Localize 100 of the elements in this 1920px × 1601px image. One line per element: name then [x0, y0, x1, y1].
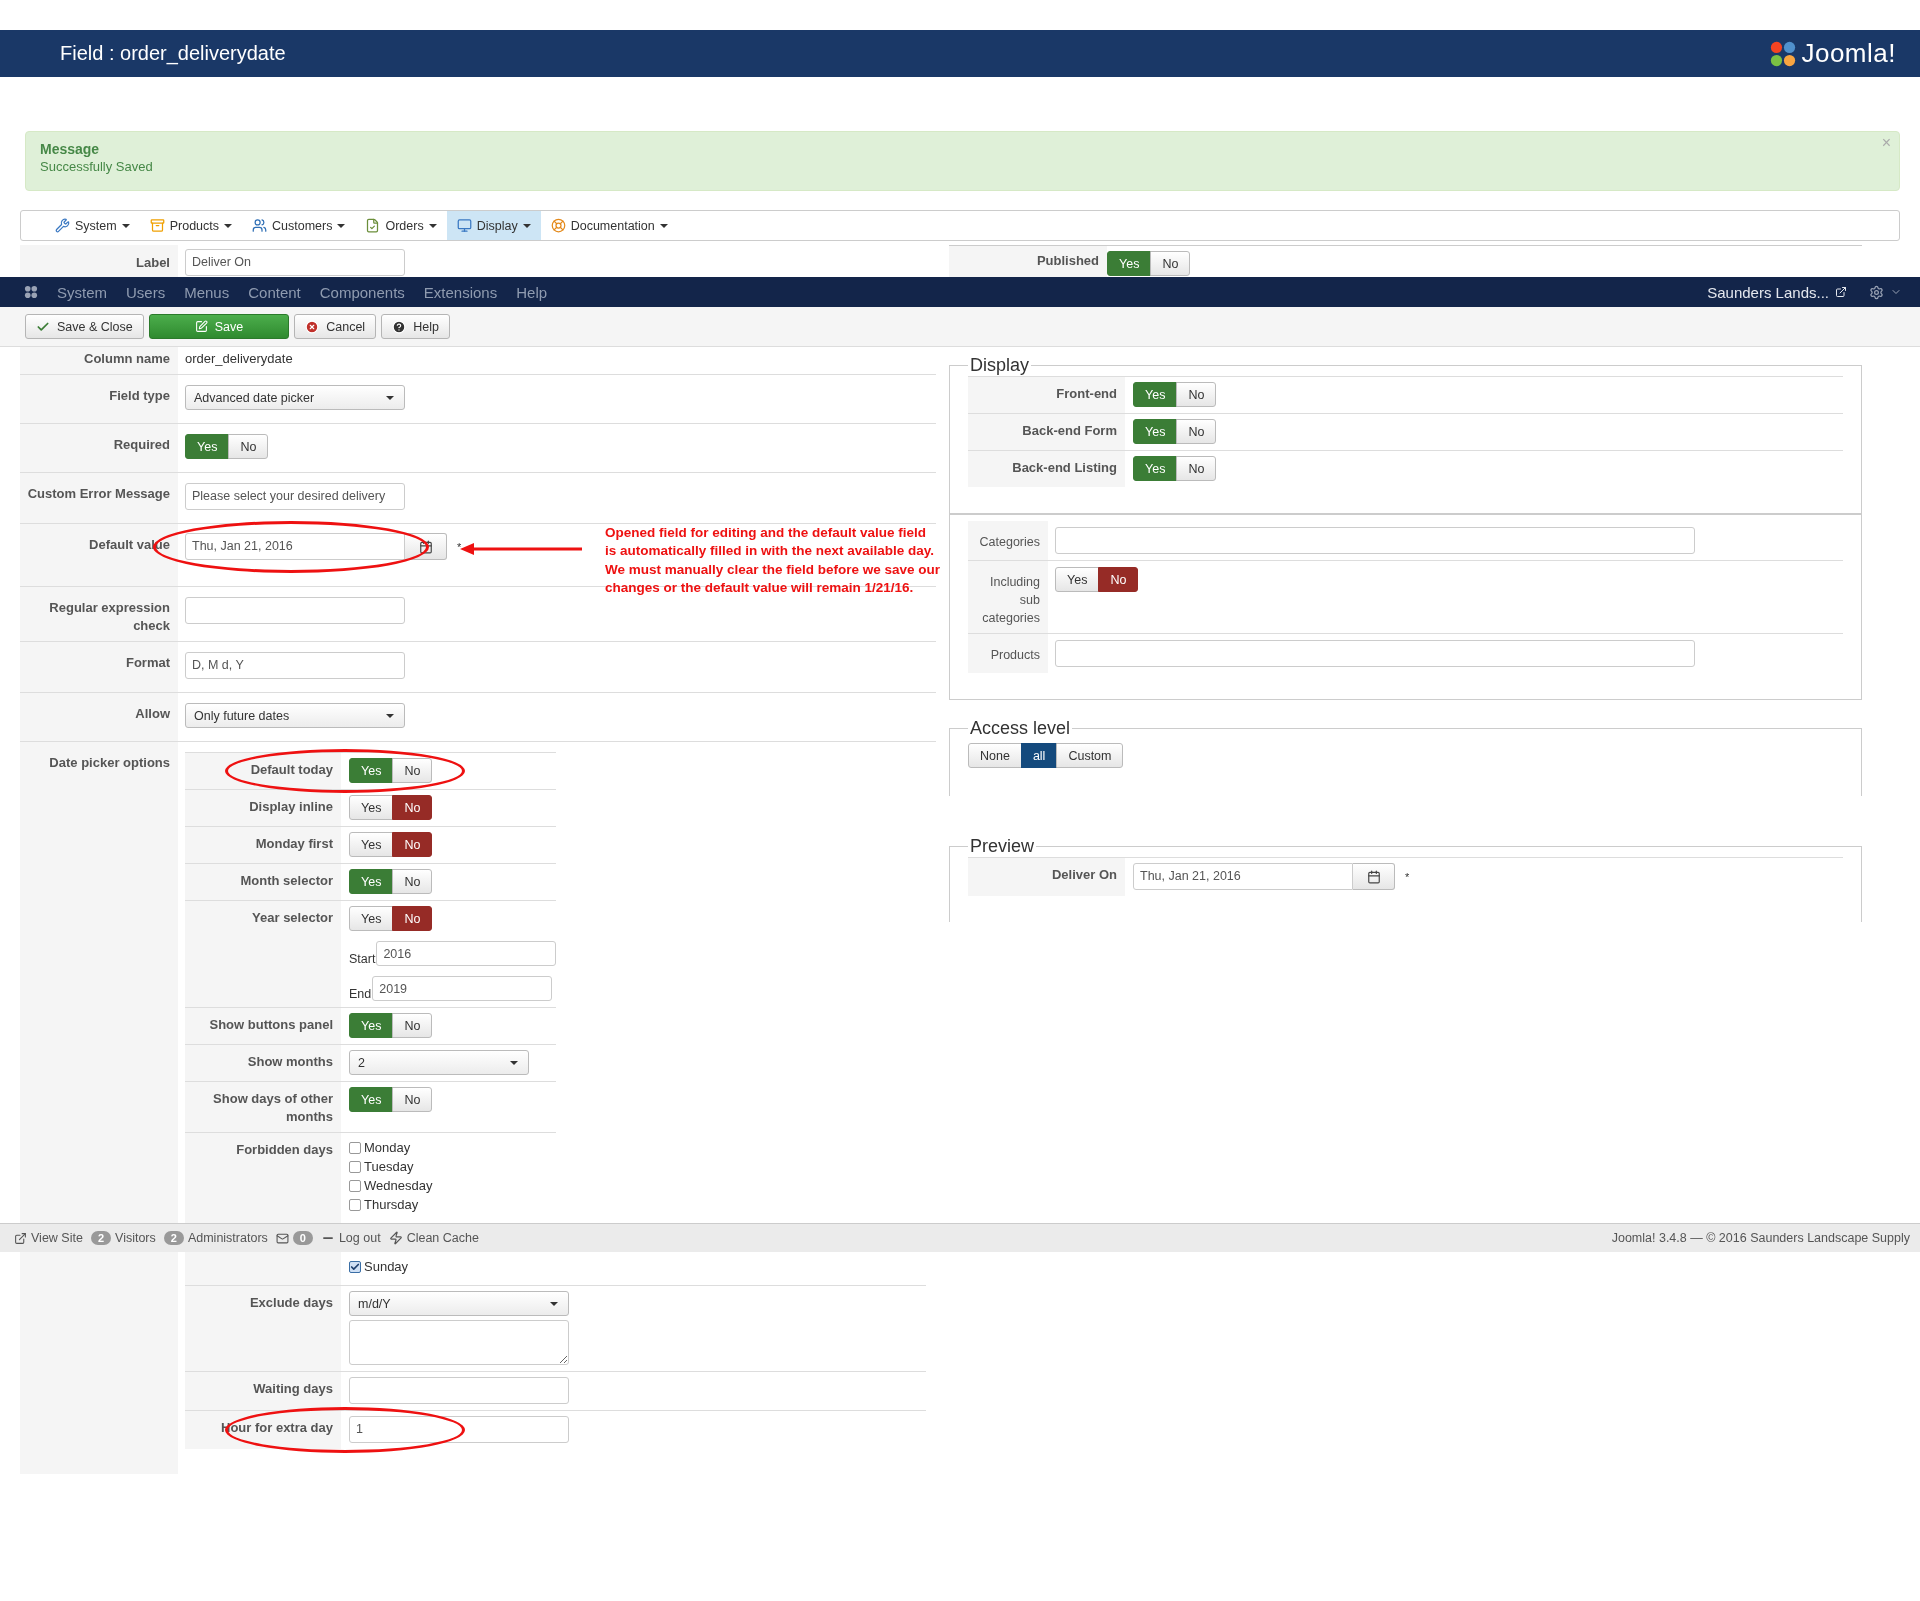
- toggle-button[interactable]: Yes: [185, 434, 230, 459]
- nav-item[interactable]: Content: [248, 283, 301, 301]
- checkbox[interactable]: [349, 1198, 361, 1211]
- field-label: Date picker options: [49, 755, 170, 770]
- toolbar-button[interactable]: Save & Close: [25, 314, 144, 339]
- toggle-button[interactable]: Yes: [1055, 567, 1100, 592]
- input-field[interactable]: 1: [349, 1416, 569, 1443]
- select-field[interactable]: Only future dates: [185, 703, 405, 728]
- checkbox-label: Thursday: [364, 1196, 419, 1213]
- input-field[interactable]: [349, 1377, 569, 1404]
- caret-icon: [386, 395, 394, 400]
- toggle-button[interactable]: No: [1176, 382, 1217, 407]
- input-field[interactable]: Please select your desired delivery: [185, 483, 405, 510]
- nav-item[interactable]: System: [57, 283, 107, 301]
- field-label: Show months: [247, 1054, 333, 1069]
- calendar-button[interactable]: [405, 533, 447, 560]
- field-label: Month selector: [240, 873, 333, 888]
- toggle-button[interactable]: Yes: [349, 869, 394, 894]
- toggle-button[interactable]: No: [392, 906, 433, 931]
- site-link[interactable]: Saunders Lands...: [1707, 283, 1847, 301]
- toggle-button[interactable]: No: [1150, 251, 1191, 276]
- toolbar-button[interactable]: Save: [148, 314, 290, 339]
- toggle-button[interactable]: No: [392, 795, 433, 820]
- toggle-button[interactable]: Yes: [349, 1013, 394, 1038]
- field-label: Allow: [135, 706, 170, 721]
- input-field[interactable]: [1055, 527, 1695, 554]
- select-field[interactable]: m/d/Y: [349, 1291, 569, 1316]
- menu-item[interactable]: Products: [139, 211, 243, 240]
- status-link[interactable]: Log out: [320, 1231, 381, 1245]
- checkbox[interactable]: [349, 1160, 361, 1173]
- field-label: Exclude days: [249, 1295, 333, 1310]
- toolbar-button[interactable]: Help: [381, 314, 450, 339]
- toggle-button[interactable]: Yes: [349, 832, 394, 857]
- external-link-icon: [1835, 286, 1847, 298]
- field-label: Custom Error Message: [27, 486, 170, 501]
- input-field[interactable]: D, M d, Y: [185, 652, 405, 679]
- caret-icon: [224, 223, 233, 228]
- toggle-button[interactable]: Yes: [349, 906, 394, 931]
- caret-icon: [522, 223, 531, 228]
- nav-item[interactable]: Menus: [184, 283, 230, 301]
- select-field[interactable]: Advanced date picker: [185, 385, 405, 410]
- lifebuoy-icon: [550, 218, 566, 233]
- menu-item[interactable]: System: [45, 211, 140, 240]
- checkbox[interactable]: [349, 1260, 361, 1273]
- toggle-button[interactable]: Custom: [1056, 743, 1124, 768]
- toggle-button[interactable]: Yes: [349, 795, 394, 820]
- toggle-button[interactable]: No: [1098, 567, 1139, 592]
- date-field[interactable]: Thu, Jan 21, 2016: [185, 533, 405, 560]
- nav-item[interactable]: Extensions: [423, 283, 498, 301]
- menu-item[interactable]: Orders: [355, 211, 447, 240]
- toggle-button[interactable]: No: [392, 832, 433, 857]
- checkbox[interactable]: [349, 1179, 361, 1192]
- menu-item[interactable]: Documentation: [540, 211, 678, 240]
- calendar-button[interactable]: [1353, 863, 1395, 890]
- status-link[interactable]: View Site: [14, 1231, 83, 1245]
- toggle-button[interactable]: Yes: [349, 1087, 394, 1112]
- toggle-button[interactable]: Yes: [1133, 419, 1178, 444]
- range-label: Start: [349, 952, 376, 966]
- logo-icon: [24, 285, 38, 299]
- nav-item[interactable]: Help: [516, 283, 548, 301]
- nav-item[interactable]: Components: [319, 283, 405, 301]
- field-label: Default today: [250, 762, 333, 777]
- select-field[interactable]: 2: [349, 1050, 529, 1075]
- toggle-button[interactable]: Yes: [1133, 382, 1178, 407]
- section-legend: Display: [968, 355, 1032, 376]
- year-field[interactable]: 2016: [376, 941, 557, 966]
- field-label: Show days of other months: [213, 1091, 333, 1124]
- checkbox[interactable]: [349, 1141, 361, 1154]
- date-field[interactable]: Thu, Jan 21, 2016: [1133, 863, 1353, 890]
- input-field[interactable]: Deliver On: [185, 249, 405, 276]
- toggle-button[interactable]: No: [1176, 419, 1217, 444]
- toggle-button[interactable]: No: [392, 869, 433, 894]
- toggle-button[interactable]: Yes: [1133, 456, 1178, 481]
- toolbar-button[interactable]: Cancel: [294, 314, 377, 339]
- nav-item[interactable]: Users: [126, 283, 166, 301]
- document-icon: [365, 218, 381, 233]
- toggle-button[interactable]: No: [392, 758, 433, 783]
- menu-item[interactable]: Customers: [242, 211, 356, 240]
- status-link[interactable]: 2 Administrators: [163, 1231, 268, 1245]
- field-label: Categories: [979, 535, 1040, 549]
- checkbox-label: Wednesday: [364, 1177, 433, 1194]
- field-label: Display inline: [249, 799, 333, 814]
- status-link[interactable]: Clean Cache: [388, 1231, 479, 1245]
- menu-item[interactable]: Display: [446, 211, 541, 240]
- toggle-button[interactable]: No: [392, 1013, 433, 1038]
- caret-icon: [659, 223, 668, 228]
- text-area[interactable]: [349, 1320, 569, 1365]
- users-icon: [252, 218, 268, 233]
- toggle-button[interactable]: No: [1176, 456, 1217, 481]
- field-label: Forbidden days: [236, 1142, 333, 1157]
- toggle-button[interactable]: No: [228, 434, 269, 459]
- status-link[interactable]: 2 Visitors: [90, 1231, 156, 1245]
- toggle-button[interactable]: Yes: [1107, 251, 1152, 276]
- input-field[interactable]: [1055, 640, 1695, 667]
- toggle-button[interactable]: None: [968, 743, 1022, 768]
- settings-button[interactable]: [1869, 284, 1902, 300]
- toggle-button[interactable]: Yes: [349, 758, 394, 783]
- toggle-button[interactable]: No: [392, 1087, 433, 1112]
- input-field[interactable]: [185, 597, 405, 624]
- year-field[interactable]: 2019: [372, 976, 553, 1001]
